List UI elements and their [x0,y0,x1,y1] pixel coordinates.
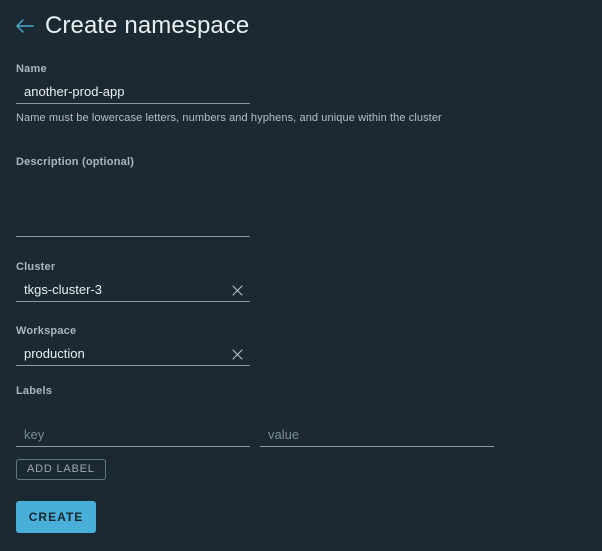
workspace-label: Workspace [16,325,77,337]
label-value-input-wrap [260,424,494,447]
description-input-wrap [16,214,250,237]
name-input[interactable] [16,81,250,103]
field-workspace: Workspace [16,324,586,366]
create-button[interactable]: CREATE [16,501,96,533]
description-input[interactable] [16,214,250,236]
cluster-label: Cluster [16,261,56,273]
field-labels: Labels ADD LABEL [16,384,586,480]
name-input-wrap [16,81,250,104]
name-helper-text: Name must be lowercase letters, numbers … [16,112,442,124]
cluster-input[interactable] [16,279,250,301]
workspace-input[interactable] [16,343,250,365]
arrow-left-icon [15,18,35,34]
label-key-input-wrap [16,424,250,447]
page-title: Create namespace [45,12,250,39]
cluster-input-wrap [16,279,250,302]
labels-row [16,424,586,447]
name-label: Name [16,63,47,75]
close-icon[interactable] [229,282,245,298]
field-cluster: Cluster [16,260,586,302]
label-value-input[interactable] [260,424,494,446]
field-name: Name Name must be lowercase letters, num… [16,62,586,125]
close-icon[interactable] [229,346,245,362]
workspace-input-wrap [16,343,250,366]
description-label: Description (optional) [16,156,135,168]
create-namespace-form: Name Name must be lowercase letters, num… [16,62,586,480]
labels-label: Labels [16,385,53,397]
back-button[interactable] [10,11,40,41]
add-label-button[interactable]: ADD LABEL [16,459,106,480]
field-description: Description (optional) [16,155,586,237]
page-header: Create namespace [0,0,602,52]
label-key-input[interactable] [16,424,250,446]
